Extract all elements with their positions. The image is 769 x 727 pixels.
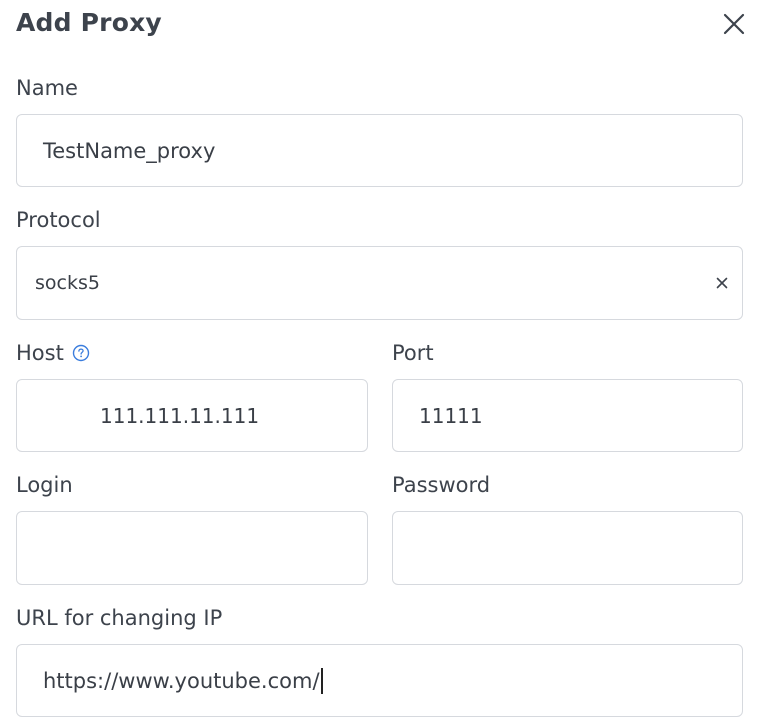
password-label: Password — [392, 473, 491, 497]
name-label: Name — [16, 76, 78, 100]
change-ip-url-field[interactable]: https://www.youtube.com/ — [16, 644, 743, 717]
port-label: Port — [392, 341, 434, 365]
name-value[interactable]: TestName_proxy — [43, 139, 215, 163]
close-icon — [723, 13, 745, 35]
clear-icon — [716, 277, 728, 289]
protocol-clear-button[interactable] — [716, 277, 728, 289]
change-ip-url-value[interactable]: https://www.youtube.com/ — [43, 669, 320, 693]
protocol-selected-value: socks5 — [35, 272, 100, 294]
login-label: Login — [16, 473, 73, 497]
protocol-select[interactable]: socks5 — [16, 246, 743, 320]
port-value[interactable]: 11111 — [419, 404, 483, 428]
text-caret — [320, 667, 323, 694]
host-field[interactable]: 111.111.11.111 — [16, 379, 368, 452]
dialog-title: Add Proxy — [16, 8, 162, 37]
host-label: Host — [16, 341, 90, 365]
password-input[interactable] — [419, 512, 742, 584]
protocol-label: Protocol — [16, 208, 101, 232]
name-field[interactable]: TestName_proxy — [16, 114, 743, 187]
password-field[interactable] — [392, 511, 743, 585]
host-value[interactable]: 111.111.11.111 — [100, 404, 259, 428]
port-field[interactable]: 11111 — [392, 379, 743, 452]
change-ip-url-label: URL for changing IP — [16, 606, 223, 630]
help-circle-icon[interactable] — [72, 344, 90, 362]
login-input[interactable] — [43, 512, 367, 584]
close-button[interactable] — [720, 10, 748, 38]
login-field[interactable] — [16, 511, 368, 585]
